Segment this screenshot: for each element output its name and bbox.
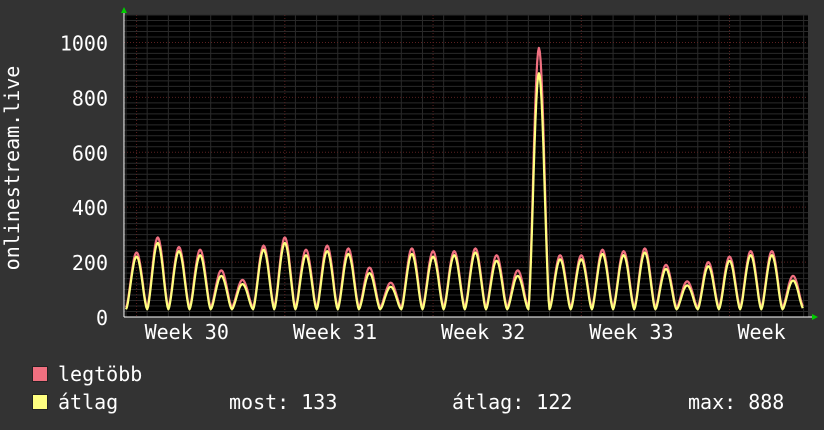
- y-axis-arrow-icon: [121, 7, 127, 13]
- x-tick-label: Week 31: [293, 320, 377, 344]
- x-axis-arrow-icon: [812, 314, 818, 320]
- y-tick-label: 600: [72, 141, 108, 165]
- legend-swatch-max: [32, 366, 48, 382]
- x-tick-label: Week 33: [589, 320, 673, 344]
- legend-label-avg: átlag: [58, 390, 119, 414]
- y-tick-label: 800: [72, 86, 108, 110]
- stat-now: most: 133: [229, 390, 338, 414]
- legend-swatch-avg: [32, 394, 48, 410]
- y-axis-label: onlinestream.live: [0, 66, 24, 271]
- y-tick-labels: 0 200 400 600 800 1000: [60, 31, 108, 330]
- x-tick-labels: Week 30 Week 31 Week 32 Week 33 Week: [145, 320, 786, 344]
- y-tick-label: 400: [72, 196, 108, 220]
- x-tick-label: Week 32: [441, 320, 525, 344]
- legend-label-max: legtöbb: [58, 362, 143, 386]
- y-tick-label: 200: [72, 251, 108, 275]
- stat-max: max: 888: [688, 390, 785, 414]
- stat-avg: átlag: 122: [452, 390, 573, 414]
- y-tick-label: 1000: [60, 31, 108, 55]
- x-tick-label: Week: [738, 320, 786, 344]
- y-tick-label: 0: [96, 306, 108, 330]
- x-tick-label: Week 30: [145, 320, 229, 344]
